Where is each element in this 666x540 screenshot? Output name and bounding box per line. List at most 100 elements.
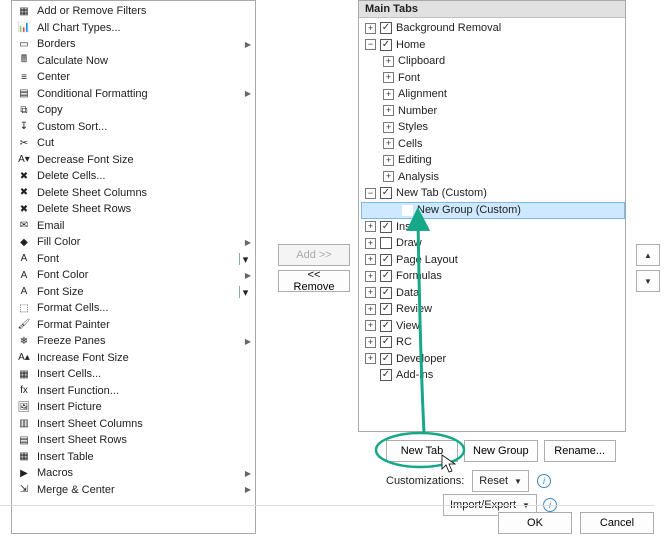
checkbox[interactable]: ✓	[380, 303, 392, 315]
move-down-button[interactable]: ▼	[636, 270, 660, 292]
expand-icon[interactable]: +	[383, 122, 394, 133]
tree-row[interactable]: +Number	[361, 103, 625, 120]
tree-row[interactable]: +✓Page Layout	[361, 252, 625, 269]
checkbox[interactable]	[380, 237, 392, 249]
checkbox[interactable]: ✓	[380, 369, 392, 381]
tree-row[interactable]: −✓New Tab (Custom)	[361, 185, 625, 202]
command-item[interactable]: AFont Size▾	[12, 284, 255, 301]
command-item[interactable]: ▭Borders▶	[12, 36, 255, 53]
expand-icon[interactable]: +	[365, 304, 376, 315]
command-item[interactable]: ✂Cut	[12, 135, 255, 152]
command-item[interactable]: AFont▾	[12, 251, 255, 268]
expand-icon[interactable]: +	[365, 353, 376, 364]
remove-button[interactable]: << Remove	[278, 270, 350, 292]
tree-row[interactable]: +✓Insert	[361, 219, 625, 236]
tree-row[interactable]: −✓Home	[361, 37, 625, 54]
command-item[interactable]: ▶Macros▶	[12, 465, 255, 482]
expand-icon[interactable]: +	[365, 271, 376, 282]
expand-icon[interactable]: +	[383, 138, 394, 149]
tree-row[interactable]: +Cells	[361, 136, 625, 153]
tree-row[interactable]: +Clipboard	[361, 53, 625, 70]
tree-row[interactable]: +✓Developer	[361, 351, 625, 368]
tree-row[interactable]: +✓Formulas	[361, 268, 625, 285]
command-item[interactable]: 📊All Chart Types...	[12, 20, 255, 37]
command-item[interactable]: fxInsert Function...	[12, 383, 255, 400]
command-item[interactable]: 🖩Calculate Now	[12, 53, 255, 70]
expand-icon[interactable]: +	[383, 155, 394, 166]
command-icon: ⧉	[16, 103, 32, 117]
tree-row[interactable]: +Styles	[361, 119, 625, 136]
expand-icon[interactable]: +	[365, 337, 376, 348]
expand-icon[interactable]: +	[383, 171, 394, 182]
tree-row[interactable]: +✓Data	[361, 285, 625, 302]
tree-row[interactable]: New Group (Custom)	[361, 202, 625, 219]
info-icon[interactable]: i	[537, 474, 551, 488]
expand-icon[interactable]: +	[383, 72, 394, 83]
collapse-icon[interactable]: −	[365, 39, 376, 50]
expand-icon[interactable]: +	[365, 23, 376, 34]
tree-row[interactable]: +Draw	[361, 235, 625, 252]
new-group-button[interactable]: New Group	[464, 440, 538, 462]
command-item[interactable]: ◆Fill Color▶	[12, 234, 255, 251]
tree-row[interactable]: +✓Review	[361, 301, 625, 318]
commands-listbox[interactable]: ▦Add or Remove Filters📊All Chart Types..…	[11, 0, 256, 534]
command-item[interactable]: 🖌Format Painter	[12, 317, 255, 334]
checkbox[interactable]: ✓	[380, 22, 392, 34]
expand-icon[interactable]: +	[383, 56, 394, 67]
command-item[interactable]: ▤Conditional Formatting▶	[12, 86, 255, 103]
collapse-icon[interactable]: −	[365, 188, 376, 199]
command-item[interactable]: ❄Freeze Panes▶	[12, 333, 255, 350]
command-item[interactable]: ↧Custom Sort...	[12, 119, 255, 136]
tree-row[interactable]: +✓Background Removal	[361, 20, 625, 37]
expand-icon[interactable]: +	[365, 221, 376, 232]
add-button[interactable]: Add >>	[278, 244, 350, 266]
tree-row[interactable]: ✓Add-ins	[361, 367, 625, 384]
expand-icon[interactable]: +	[365, 254, 376, 265]
reset-dropdown[interactable]: Reset▼	[472, 470, 529, 492]
checkbox[interactable]: ✓	[380, 254, 392, 266]
command-item[interactable]: ▦Insert Cells...	[12, 366, 255, 383]
ok-button[interactable]: OK	[498, 512, 572, 534]
command-item[interactable]: ⇲Merge & Center▶	[12, 482, 255, 499]
command-item[interactable]: ⧉Copy	[12, 102, 255, 119]
main-tabs-tree[interactable]: Main Tabs +✓Background Removal−✓Home+Cli…	[358, 0, 626, 432]
tree-row[interactable]: +Editing	[361, 152, 625, 169]
checkbox[interactable]: ✓	[380, 270, 392, 282]
tree-row[interactable]: +Analysis	[361, 169, 625, 186]
command-item[interactable]: ✖Delete Cells...	[12, 168, 255, 185]
expand-icon[interactable]: +	[383, 105, 394, 116]
tree-row[interactable]: +Alignment	[361, 86, 625, 103]
checkbox[interactable]: ✓	[380, 39, 392, 51]
command-item[interactable]: ✉Email	[12, 218, 255, 235]
cancel-button[interactable]: Cancel	[580, 512, 654, 534]
command-item[interactable]: A▴Increase Font Size	[12, 350, 255, 367]
checkbox[interactable]: ✓	[380, 353, 392, 365]
expand-icon[interactable]: +	[365, 238, 376, 249]
command-icon: ↧	[16, 120, 32, 134]
tree-row[interactable]: +✓RC	[361, 334, 625, 351]
move-up-button[interactable]: ▲	[636, 244, 660, 266]
tree-row[interactable]: +✓View	[361, 318, 625, 335]
command-item[interactable]: A▾Decrease Font Size	[12, 152, 255, 169]
checkbox[interactable]: ✓	[380, 287, 392, 299]
expand-icon[interactable]: +	[365, 320, 376, 331]
checkbox[interactable]: ✓	[380, 320, 392, 332]
command-item[interactable]: ⬚Format Cells...	[12, 300, 255, 317]
command-item[interactable]: ✖Delete Sheet Rows	[12, 201, 255, 218]
checkbox[interactable]: ✓	[380, 221, 392, 233]
command-item[interactable]: 🖼Insert Picture	[12, 399, 255, 416]
new-tab-button[interactable]: New Tab	[386, 440, 458, 462]
command-item[interactable]: ✖Delete Sheet Columns	[12, 185, 255, 202]
expand-icon[interactable]: +	[383, 89, 394, 100]
command-item[interactable]: ▤Insert Sheet Rows	[12, 432, 255, 449]
rename-button[interactable]: Rename...	[544, 440, 616, 462]
command-item[interactable]: ▦Insert Table	[12, 449, 255, 466]
checkbox[interactable]: ✓	[380, 336, 392, 348]
checkbox[interactable]: ✓	[380, 187, 392, 199]
command-item[interactable]: ▥Insert Sheet Columns	[12, 416, 255, 433]
command-item[interactable]: AFont Color▶	[12, 267, 255, 284]
command-item[interactable]: ▦Add or Remove Filters	[12, 3, 255, 20]
expand-icon[interactable]: +	[365, 287, 376, 298]
tree-row[interactable]: +Font	[361, 70, 625, 87]
command-item[interactable]: ≡Center	[12, 69, 255, 86]
